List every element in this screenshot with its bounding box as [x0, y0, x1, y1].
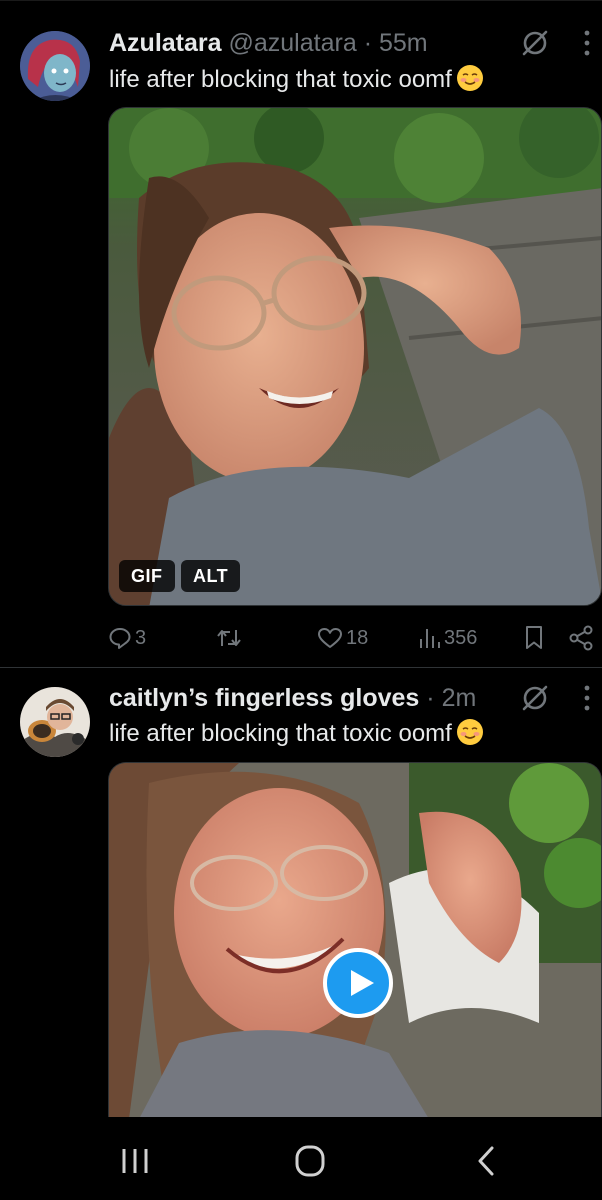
video-media[interactable] [108, 762, 602, 1118]
share-icon [569, 625, 593, 651]
analytics-icon [420, 629, 440, 648]
avatar[interactable] [20, 31, 90, 101]
grok-icon[interactable] [520, 28, 550, 58]
play-icon [351, 970, 374, 996]
timestamp[interactable]: 55m [379, 29, 428, 57]
like-button[interactable]: 18 [317, 623, 368, 653]
reply-count: 3 [135, 626, 147, 649]
separator-dot: · [363, 29, 373, 57]
video-thumbnail [109, 763, 601, 1118]
bookmark-button[interactable] [523, 623, 545, 653]
like-count: 18 [346, 626, 369, 649]
bookmark-icon [526, 626, 542, 649]
alt-text-badge[interactable]: ALT [181, 560, 241, 592]
tweet-text: life after blocking that toxic oomf [109, 64, 484, 95]
grok-icon[interactable] [520, 683, 550, 713]
tweet-text-content: life after blocking that toxic oomf [109, 720, 452, 747]
home-icon[interactable] [290, 1145, 330, 1177]
system-navigation-bar [0, 1117, 602, 1200]
heart-icon [318, 628, 342, 648]
play-button[interactable] [323, 948, 393, 1018]
retweet-button[interactable] [216, 623, 245, 653]
tweet-header: caitlyn’s fingerless gloves · 2m [109, 683, 522, 713]
reply-icon [109, 628, 131, 649]
more-options-icon[interactable] [582, 683, 592, 713]
retweet-icon [217, 630, 241, 646]
tweet-actions: 3 18 356 [108, 623, 602, 653]
share-button[interactable] [568, 623, 594, 653]
gif-image [109, 108, 601, 605]
tweet-header: Azulatara @azulatara · 55m [109, 28, 522, 58]
tweet-text-content: life after blocking that toxic oomf [109, 66, 452, 93]
views-button[interactable]: 356 [417, 623, 477, 653]
avatar[interactable] [20, 687, 90, 757]
timestamp[interactable]: 2m [442, 684, 477, 712]
tweet[interactable]: caitlyn’s fingerless gloves · 2m life af… [0, 667, 602, 1118]
more-options-icon[interactable] [582, 28, 592, 58]
reply-button[interactable]: 3 [108, 623, 146, 653]
smiling-face-icon [456, 719, 483, 745]
display-name[interactable]: caitlyn’s fingerless gloves [109, 684, 419, 712]
gif-media[interactable] [108, 107, 602, 606]
user-handle[interactable]: @azulatara [229, 29, 357, 57]
back-icon[interactable] [466, 1145, 506, 1177]
tweet[interactable]: Azulatara @azulatara · 55m life after bl… [0, 0, 602, 667]
smiling-face-icon [456, 65, 483, 91]
recent-apps-icon[interactable] [115, 1145, 155, 1177]
gif-badge: GIF [119, 560, 175, 592]
view-count: 356 [444, 626, 478, 649]
display-name[interactable]: Azulatara [109, 29, 222, 57]
tweet-text: life after blocking that toxic oomf [109, 718, 484, 749]
separator-dot: · [426, 684, 435, 712]
